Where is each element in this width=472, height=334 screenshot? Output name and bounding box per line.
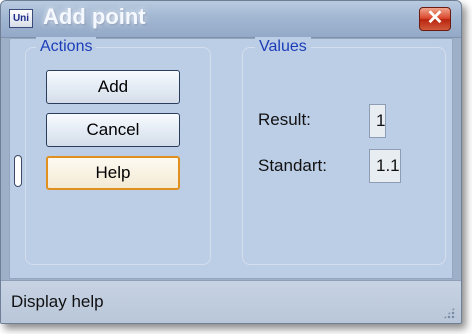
standart-field[interactable]: 1.1: [369, 149, 401, 183]
standart-label: Standart:: [258, 156, 327, 175]
actions-legend: Actions: [36, 37, 97, 57]
close-icon: ✕: [426, 7, 444, 29]
app-icon: Uni: [9, 9, 33, 28]
add-point-window: Uni Add point ✕ Actions Values Add Cance…: [0, 0, 462, 324]
values-legend: Values: [255, 37, 311, 57]
result-label: Result:: [258, 110, 311, 129]
cancel-button[interactable]: Cancel: [46, 113, 180, 147]
status-text: Display help: [11, 292, 104, 311]
title-bar[interactable]: Uni Add point ✕: [1, 1, 461, 38]
window-title: Add point: [43, 4, 146, 29]
result-field[interactable]: 1: [369, 104, 387, 138]
dialog-body: Actions Values Add Cancel Help Result: 1…: [9, 37, 453, 279]
close-button[interactable]: ✕: [419, 7, 451, 31]
resize-grip-icon[interactable]: [443, 307, 455, 319]
help-button[interactable]: Help: [46, 156, 180, 190]
add-button[interactable]: Add: [46, 70, 180, 104]
side-handle[interactable]: [14, 155, 22, 187]
status-bar: Display help: [1, 280, 461, 323]
